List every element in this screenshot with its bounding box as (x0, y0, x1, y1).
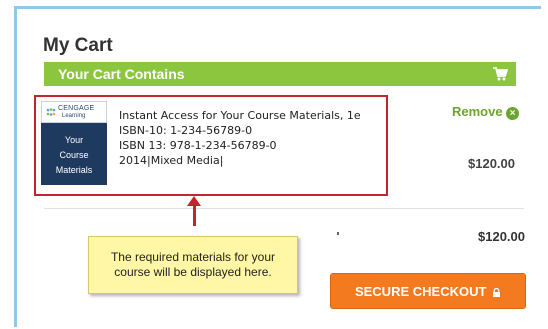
item-meta: 2014|Mixed Media| (119, 154, 224, 167)
stray-mark (337, 232, 339, 235)
callout-note: The required materials for your course w… (88, 236, 298, 294)
cengage-logo-icon (46, 108, 56, 116)
cart-header-bar: Your Cart Contains (44, 62, 516, 86)
product-thumbnail: CENGAGE Learning Your Course Materials (41, 101, 107, 185)
shopping-cart-icon (493, 67, 508, 81)
callout-arrow-head (187, 196, 201, 206)
item-price: $120.00 (468, 156, 515, 171)
item-isbn10: ISBN-10: 1-234-56789-0 (119, 124, 253, 137)
remove-circle-icon[interactable]: × (506, 107, 519, 120)
item-isbn13: ISBN 13: 978-1-234-56789-0 (119, 139, 277, 152)
thumbnail-caption-line: Course (59, 150, 89, 160)
publisher-name: CENGAGE (58, 105, 95, 112)
lock-icon (493, 288, 501, 298)
publisher-subname: Learning (62, 113, 86, 119)
page-title: My Cart (43, 35, 113, 56)
callout-line: course will be displayed here. (114, 265, 272, 279)
callout-line: The required materials for your (110, 250, 276, 264)
thumbnail-caption: Your Course Materials (41, 133, 107, 178)
cart-item-highlight: CENGAGE Learning Your Course Materials I… (34, 95, 388, 196)
thumbnail-caption-line: Materials (55, 165, 93, 175)
checkout-label: SECURE CHECKOUT (354, 284, 487, 299)
thumbnail-caption-line: Your (64, 135, 84, 145)
item-details: Instant Access for Your Course Materials… (119, 108, 361, 168)
cart-header-label: Your Cart Contains (58, 66, 185, 82)
cart-total: $120.00 (478, 229, 525, 244)
remove-link[interactable]: Remove (452, 104, 503, 119)
divider (44, 208, 524, 209)
secure-checkout-button[interactable]: SECURE CHECKOUT (330, 273, 526, 309)
item-name: Instant Access for Your Course Materials… (119, 109, 361, 122)
publisher-logo: CENGAGE Learning (41, 101, 107, 123)
